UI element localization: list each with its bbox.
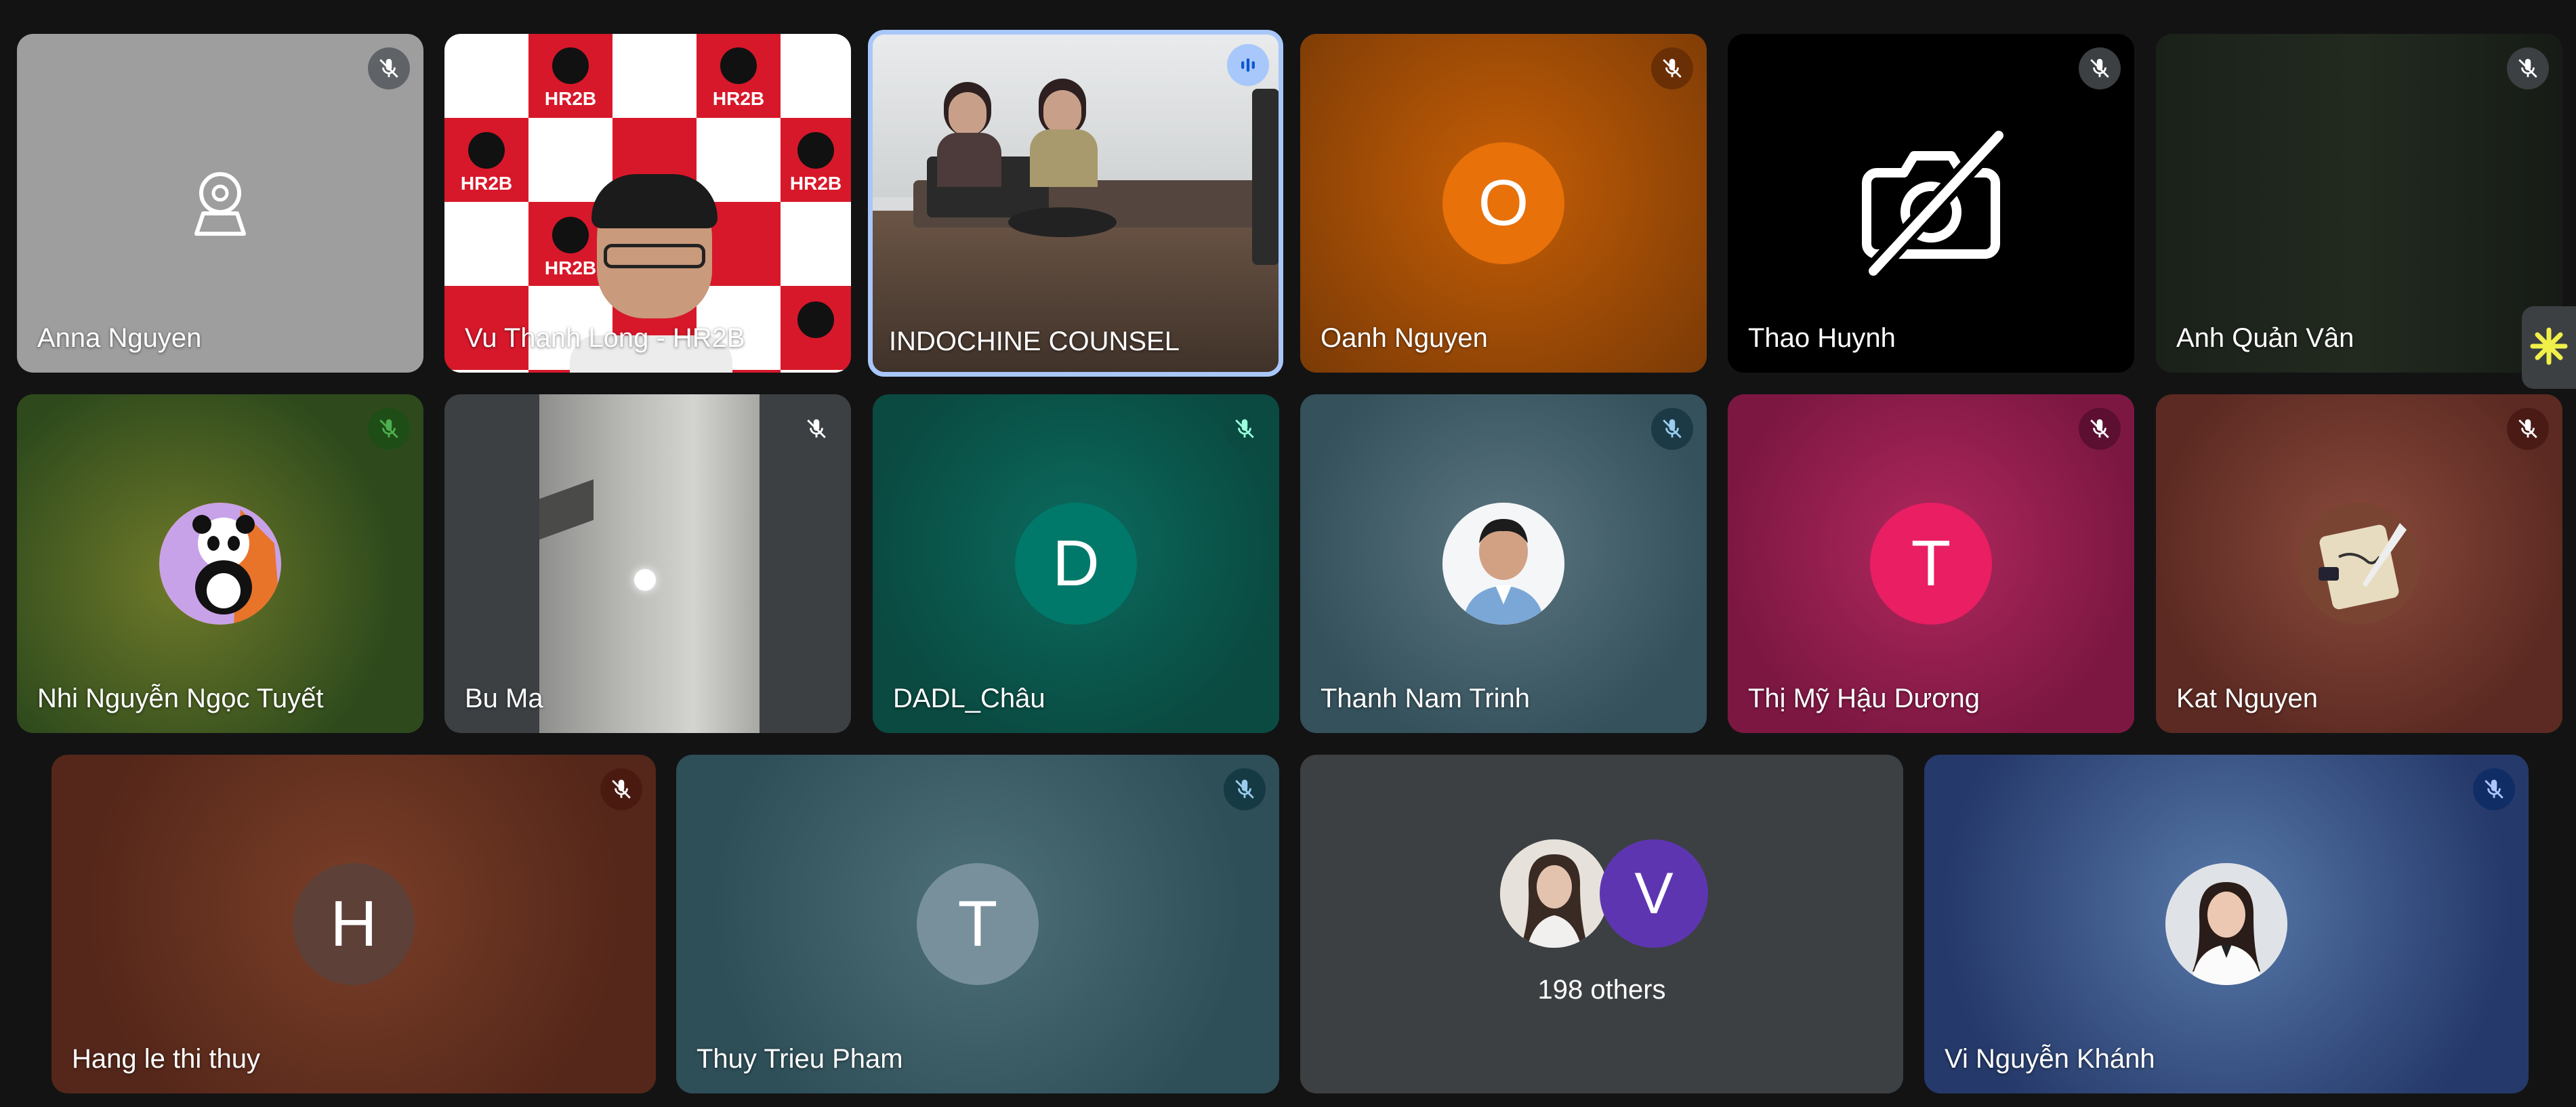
mic-off-icon: [2507, 47, 2549, 89]
participant-tile-bu[interactable]: Bu Ma: [444, 394, 851, 733]
participant-name: Vu Thanh Long - HR2B: [465, 323, 745, 353]
participant-name: Thao Huynh: [1748, 323, 1896, 353]
mic-off-icon: [2507, 408, 2549, 450]
avatar: O: [1442, 142, 1564, 264]
mic-off-icon: [600, 768, 642, 810]
participant-tile-anna[interactable]: Anna Nguyen: [17, 34, 423, 373]
avatar: [1500, 839, 1608, 948]
participant-tile-thao[interactable]: Thao Huynh: [1728, 34, 2134, 373]
participant-tile-anh[interactable]: Anh Quản Vân: [2156, 34, 2562, 373]
participant-tile-dadl[interactable]: D DADL_Châu: [873, 394, 1279, 733]
mic-off-icon: [2079, 47, 2121, 89]
mic-off-icon: [1651, 408, 1693, 450]
avatar: H: [293, 863, 415, 985]
hr2b-logo: [781, 301, 851, 342]
hr2b-logo: HR2B: [444, 132, 528, 194]
participant-tile-thanh[interactable]: Thanh Nam Trinh: [1300, 394, 1707, 733]
participant-tile-thi[interactable]: T Thị Mỹ Hậu Dương: [1728, 394, 2134, 733]
participant-tile-vu[interactable]: HR2B HR2B HR2B HR2B HR2B Vu Thanh Long -…: [444, 34, 851, 373]
participant-name: Thuy Trieu Pham: [697, 1044, 903, 1074]
hr2b-logo: HR2B: [781, 132, 851, 194]
others-count-label: 198 others: [1537, 975, 1666, 1005]
avatar: D: [1015, 503, 1137, 625]
mic-off-icon: [368, 47, 410, 89]
participant-video: [539, 394, 760, 733]
participant-name: DADL_Châu: [893, 684, 1045, 713]
participant-tile-hang[interactable]: H Hang le thi thuy: [51, 755, 656, 1093]
mic-off-icon: [795, 408, 837, 450]
side-panel-tab[interactable]: [2522, 306, 2576, 389]
participant-tile-thuy[interactable]: T Thuy Trieu Pham: [676, 755, 1279, 1093]
participant-tile-indochine[interactable]: INDOCHINE COUNSEL: [868, 30, 1283, 377]
mic-off-icon: [1651, 47, 1693, 89]
hr2b-logo: HR2B: [528, 47, 612, 110]
participant-name: Kat Nguyen: [2176, 684, 2319, 713]
mic-off-icon: [368, 408, 410, 450]
mic-off-icon: [2473, 768, 2515, 810]
avatar: T: [917, 863, 1039, 985]
participant-name: Hang le thi thuy: [72, 1044, 260, 1074]
audio-level-icon: [1227, 44, 1269, 86]
avatar: V: [1600, 839, 1708, 948]
meeting-room-video: [873, 35, 1279, 372]
others-tile[interactable]: V 198 others: [1300, 755, 1903, 1093]
participant-name: Oanh Nguyen: [1321, 323, 1488, 353]
participant-tile-kat[interactable]: Kat Nguyen: [2156, 394, 2562, 733]
hr2b-logo: HR2B: [697, 47, 781, 110]
avatar: T: [1870, 503, 1992, 625]
avatar: [1442, 503, 1564, 625]
participant-name: INDOCHINE COUNSEL: [889, 327, 1180, 356]
mic-off-icon: [1224, 768, 1266, 810]
participant-name: Nhi Nguyễn Ngọc Tuyết: [37, 684, 324, 713]
participant-name: Anh Quản Vân: [2176, 323, 2354, 353]
activity-sparkle-icon: [2529, 326, 2569, 370]
avatar: [2298, 503, 2420, 625]
mic-off-icon: [2079, 408, 2121, 450]
webcam-off-icon: [183, 166, 257, 241]
participant-name: Thị Mỹ Hậu Dương: [1748, 684, 1980, 713]
mic-off-icon: [1224, 408, 1266, 450]
camera-off-icon: [1850, 125, 2012, 281]
avatar: [2165, 863, 2287, 985]
participant-tile-vi[interactable]: Vi Nguyễn Khánh: [1924, 755, 2529, 1093]
participant-name: Bu Ma: [465, 684, 543, 713]
avatar: [159, 503, 281, 625]
participant-name: Anna Nguyen: [37, 323, 202, 353]
participant-tile-nhi[interactable]: Nhi Nguyễn Ngọc Tuyết: [17, 394, 423, 733]
participant-name: Thanh Nam Trinh: [1321, 684, 1531, 713]
participant-tile-oanh[interactable]: O Oanh Nguyen: [1300, 34, 1707, 373]
participant-name: Vi Nguyễn Khánh: [1945, 1044, 2155, 1074]
